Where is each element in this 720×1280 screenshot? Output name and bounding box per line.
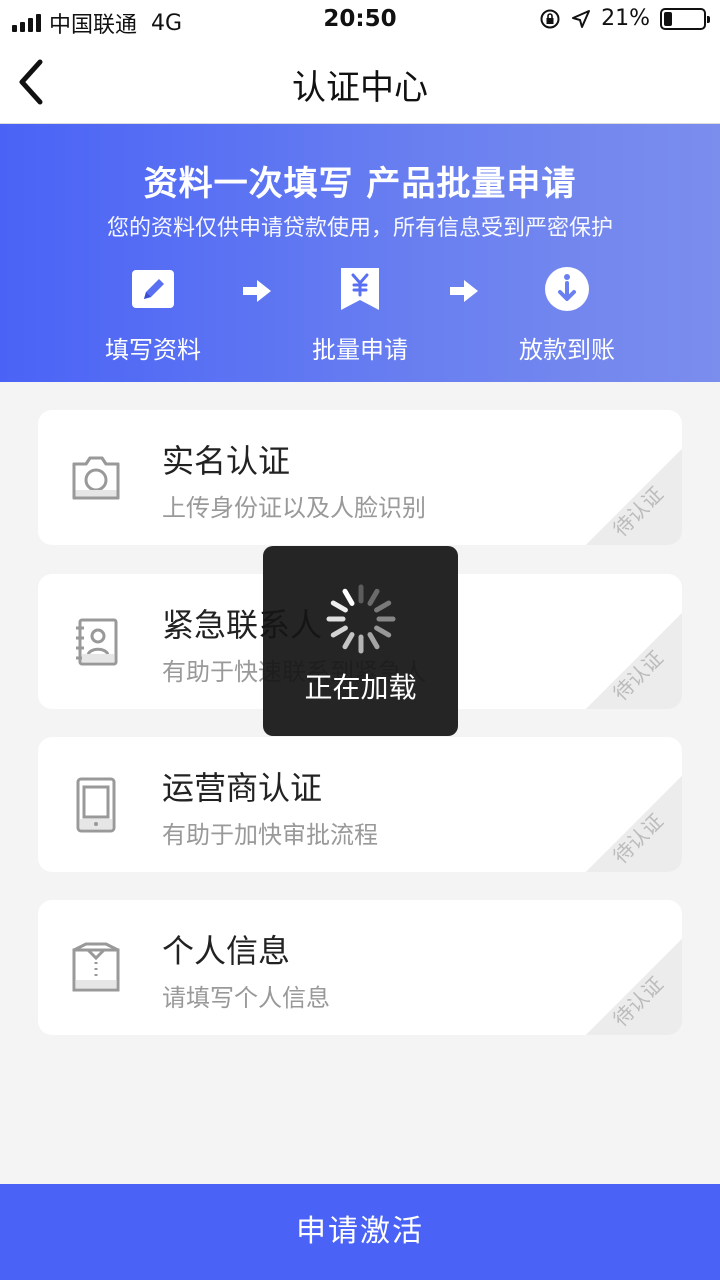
loading-toast: 正在加载 — [263, 546, 458, 736]
apply-activate-button[interactable]: 申请激活 — [0, 1184, 720, 1280]
spinner-spoke — [367, 632, 380, 650]
chevron-left-icon — [19, 59, 43, 105]
location-arrow-icon — [572, 9, 591, 28]
card-description: 上传身份证以及人脸识别 — [162, 494, 426, 522]
spinner-spoke — [374, 625, 392, 638]
card-description: 请填写个人信息 — [162, 984, 330, 1012]
step-fill-info: 填写资料 — [73, 266, 233, 365]
download-circle-icon — [545, 267, 589, 311]
pencil-icon — [132, 270, 174, 308]
spinner-spoke — [342, 588, 355, 606]
screen: 中国联通 4G 20:50 21% 认证中心 资料一次填写 产品批量申请 您的资… — [0, 0, 720, 1280]
spinner-spoke — [330, 625, 348, 638]
banner-subtitle: 您的资料仅供申请贷款使用，所有信息受到严密保护 — [106, 216, 613, 241]
spinner-spoke — [367, 588, 380, 606]
card-carrier-auth[interactable]: 运营商认证 有助于加快审批流程 待认证 — [38, 737, 682, 872]
step-label: 填写资料 — [105, 336, 201, 364]
battery-fill — [664, 11, 672, 26]
spinner-spoke — [374, 600, 392, 613]
camera-icon — [72, 456, 120, 500]
yen-bookmark-icon — [341, 268, 379, 310]
card-title: 实名认证 — [162, 442, 291, 480]
phone-icon — [76, 777, 116, 833]
step-label: 批量申请 — [312, 336, 408, 364]
id-card-icon — [72, 942, 120, 992]
card-title: 个人信息 — [162, 932, 291, 970]
loading-text: 正在加载 — [304, 671, 417, 704]
process-steps: 填写资料 批量申请 放款到账 — [0, 266, 720, 366]
banner-title: 资料一次填写 产品批量申请 — [143, 164, 577, 204]
card-title: 运营商认证 — [162, 769, 323, 807]
card-personal-info[interactable]: 个人信息 请填写个人信息 待认证 — [38, 900, 682, 1035]
battery-percent: 21% — [601, 6, 650, 31]
step-label: 放款到账 — [519, 336, 615, 364]
page-title: 认证中心 — [292, 68, 428, 108]
nav-bar: 认证中心 — [0, 40, 720, 124]
card-description: 有助于加快审批流程 — [162, 821, 378, 849]
step-batch-apply: 批量申请 — [280, 266, 440, 365]
status-bar: 中国联通 4G 20:50 21% — [0, 0, 720, 40]
back-button[interactable] — [10, 54, 60, 110]
arrow-right-icon — [243, 280, 271, 302]
battery-icon — [660, 7, 710, 30]
contact-book-icon — [76, 618, 118, 666]
spinner-spoke — [342, 632, 355, 650]
promo-banner: 资料一次填写 产品批量申请 您的资料仅供申请贷款使用，所有信息受到严密保护 填写… — [0, 124, 720, 382]
arrow-right-icon — [450, 280, 478, 302]
spinner-icon — [326, 584, 396, 654]
card-real-name-auth[interactable]: 实名认证 上传身份证以及人脸识别 待认证 — [38, 410, 682, 545]
step-loan-arrival: 放款到账 — [487, 266, 647, 365]
spinner-spoke — [330, 600, 348, 613]
orientation-lock-icon — [540, 9, 560, 28]
status-right: 21% — [539, 6, 710, 31]
